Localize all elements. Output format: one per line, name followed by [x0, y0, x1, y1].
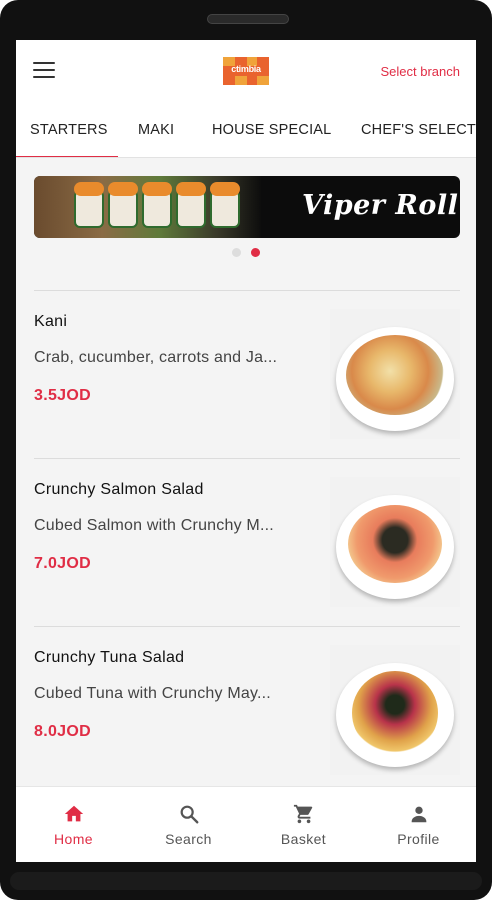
menu-item-crunchy-tuna-salad[interactable]: Crunchy Tuna Salad Cubed Tuna with Crunc… [34, 626, 460, 775]
item-price: 7.0JOD [34, 555, 91, 572]
home-icon [64, 805, 84, 822]
phone-speaker [207, 14, 289, 24]
item-photo-kani [330, 309, 460, 439]
tab-starters[interactable]: STARTERS [30, 122, 108, 138]
tab-chefs-select[interactable]: CHEF'S SELECT [361, 122, 476, 138]
active-tab-indicator [16, 156, 118, 157]
nav-profile-label: Profile [397, 831, 440, 847]
item-price: 8.0JOD [34, 723, 91, 740]
menu-item-kani[interactable]: Kani Crab, cucumber, carrots and Ja... 3… [34, 290, 460, 439]
nav-basket-label: Basket [280, 831, 327, 847]
nav-profile[interactable]: Profile [361, 787, 476, 862]
bottom-navigation: Home Search Basket Profile [16, 786, 476, 862]
person-icon [411, 806, 427, 823]
tab-house-special[interactable]: HOUSE SPECIAL [212, 122, 331, 138]
hamburger-menu-icon[interactable] [33, 62, 55, 80]
item-description: Crab, cucumber, carrots and Ja... [34, 349, 278, 366]
category-tabs: STARTERS MAKI HOUSE SPECIAL CHEF'S SELEC… [16, 102, 476, 158]
select-branch-link[interactable]: Select branch [381, 64, 461, 79]
banner-sushi-image [34, 176, 262, 238]
item-photo-crunchy-salmon-salad [330, 477, 460, 607]
item-title: Crunchy Salmon Salad [34, 481, 204, 498]
nav-home-label: Home [54, 831, 93, 847]
item-price: 3.5JOD [34, 387, 91, 404]
cart-icon [293, 804, 313, 824]
nav-search[interactable]: Search [131, 787, 246, 862]
item-description: Cubed Salmon with Crunchy M... [34, 517, 274, 534]
restaurant-logo: ctimbia [223, 57, 269, 85]
phone-frame: ctimbia Select branch STARTERS MAKI HOUS… [0, 0, 492, 900]
search-icon [180, 805, 199, 824]
menu-item-crunchy-salmon-salad[interactable]: Crunchy Salmon Salad Cubed Salmon with C… [34, 458, 460, 607]
nav-home[interactable]: Home [16, 787, 131, 862]
app-bar: ctimbia Select branch [16, 40, 476, 102]
item-title: Crunchy Tuna Salad [34, 649, 185, 666]
item-description: Cubed Tuna with Crunchy May... [34, 685, 271, 702]
carousel-dot-1[interactable] [232, 248, 241, 257]
carousel-indicator [16, 246, 476, 258]
item-photo-crunchy-tuna-salad [330, 645, 460, 775]
phone-bottom-edge [10, 872, 482, 890]
nav-search-label: Search [165, 831, 212, 847]
promo-banner[interactable]: Viper Roll [34, 176, 460, 238]
app-screen: ctimbia Select branch STARTERS MAKI HOUS… [16, 40, 476, 862]
banner-title: Viper Roll [302, 190, 459, 221]
nav-basket[interactable]: Basket [246, 787, 361, 862]
logo-text: ctimbia [231, 64, 261, 74]
carousel-dot-2-active[interactable] [251, 248, 260, 257]
item-title: Kani [34, 313, 68, 330]
tab-maki[interactable]: MAKI [138, 122, 174, 138]
